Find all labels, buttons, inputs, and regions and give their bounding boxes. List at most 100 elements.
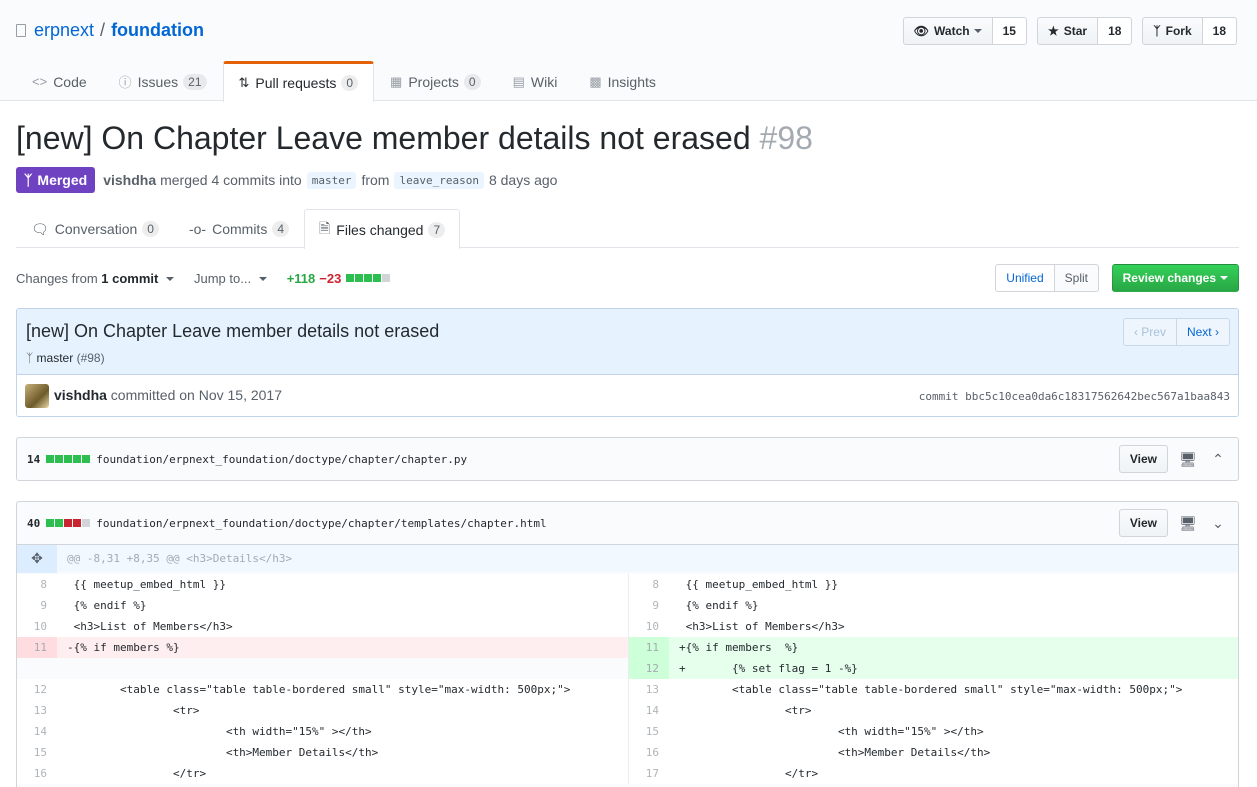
tab-files-label: Files changed	[336, 221, 424, 238]
diff-row: 8 {{ meetup_embed_html }} 8 {{ meetup_em…	[17, 574, 1238, 595]
file-change-count: 40	[27, 516, 41, 530]
repo-header: erpnext / foundation 👁 Watch 15 ★ Star 1…	[0, 0, 1257, 102]
line-number[interactable]: 13	[17, 700, 57, 721]
split-button[interactable]: Split	[1054, 264, 1099, 292]
code-line: <h3>List of Members</h3>	[67, 620, 233, 633]
pr-author-link[interactable]: vishdha	[103, 172, 156, 188]
eye-icon: 👁	[913, 24, 930, 38]
desktop-icon[interactable]: 🖥	[1178, 451, 1198, 468]
nav-projects[interactable]: ▦ Projects 0	[374, 61, 497, 101]
line-number[interactable]: 11	[629, 637, 669, 658]
next-button[interactable]: Next ›	[1176, 318, 1230, 346]
commit-icon: -o-	[188, 221, 207, 237]
star-count[interactable]: 18	[1098, 17, 1133, 45]
nav-wiki-label: Wiki	[530, 73, 558, 90]
nav-insights[interactable]: ▩ Insights	[573, 61, 672, 101]
watch-button[interactable]: 👁 Watch	[902, 17, 993, 45]
line-number[interactable]: 13	[629, 679, 669, 700]
tab-conversation-count: 0	[142, 221, 159, 237]
line-number[interactable]: 8	[629, 574, 669, 595]
hunk-header: ✥ @@ -8,31 +8,35 @@ <h3>Details</h3>	[17, 544, 1238, 573]
code-line: {{ meetup_embed_html }}	[679, 578, 838, 591]
fork-label: Fork	[1165, 24, 1192, 38]
view-file-button[interactable]: View	[1118, 509, 1168, 537]
line-number[interactable]: 14	[629, 700, 669, 721]
nav-code[interactable]: <> Code	[16, 61, 103, 101]
fork-count[interactable]: 18	[1202, 17, 1237, 45]
file-header: 40 foundation/erpnext_foundation/doctype…	[17, 502, 1238, 544]
line-number[interactable]: 8	[17, 574, 57, 595]
diffstat-block	[346, 274, 355, 282]
added-line: +{% if members %}	[679, 641, 799, 654]
commit-branch-ref[interactable]: (#98)	[77, 351, 105, 365]
pr-from: from	[361, 172, 390, 188]
status-badge: ᛉ Merged	[16, 167, 96, 193]
repo-separator: /	[100, 20, 106, 40]
diffstat-block	[82, 455, 91, 463]
changes-from-dropdown[interactable]: Changes from 1 commit	[16, 271, 174, 286]
desktop-icon[interactable]: 🖥	[1178, 515, 1198, 532]
line-number[interactable]: 16	[629, 742, 669, 763]
pr-title-text: [new] On Chapter Leave member details no…	[16, 120, 751, 156]
line-number[interactable]: 17	[629, 763, 669, 784]
nav-wiki[interactable]: ▤ Wiki	[497, 61, 574, 101]
line-number[interactable]: 16	[17, 763, 57, 784]
line-number[interactable]: 9	[629, 595, 669, 616]
pr-state-line: ᛉ Merged vishdha merged 4 commits into m…	[16, 167, 557, 193]
diffstat-block	[82, 519, 91, 527]
page-title: [new] On Chapter Leave member details no…	[16, 120, 813, 157]
line-number[interactable]: 10	[17, 616, 57, 637]
head-branch[interactable]: leave_reason	[394, 171, 484, 189]
changes-prefix: Changes from	[16, 270, 98, 286]
review-changes-button[interactable]: Review changes	[1111, 264, 1239, 292]
diff-toolbar: Changes from 1 commit Jump to... +118 −2…	[16, 264, 1239, 292]
hunk-text: @@ -8,31 +8,35 @@ <h3>Details</h3>	[67, 552, 293, 565]
line-number[interactable]: 10	[629, 616, 669, 637]
file-path[interactable]: foundation/erpnext_foundation/doctype/ch…	[96, 517, 546, 530]
code-line: <h3>List of Members</h3>	[679, 620, 845, 633]
repo-name-link[interactable]: foundation	[111, 20, 204, 41]
star-button[interactable]: ★ Star	[1036, 17, 1099, 45]
file-path[interactable]: foundation/erpnext_foundation/doctype/ch…	[96, 453, 467, 466]
tab-commits-label: Commits	[212, 221, 268, 237]
line-number[interactable]: 9	[17, 595, 57, 616]
tab-conversation[interactable]: 🗨 Conversation 0	[16, 209, 174, 248]
line-number[interactable]: 12	[17, 679, 57, 700]
repo-owner-link[interactable]: erpnext	[34, 20, 94, 41]
watch-count[interactable]: 15	[992, 17, 1027, 45]
tab-files-changed[interactable]: 🗎 Files changed 7	[304, 209, 461, 249]
chevron-up-icon[interactable]: ⌃	[1208, 451, 1228, 468]
line-number[interactable]: 15	[17, 742, 57, 763]
unified-button[interactable]: Unified	[995, 264, 1055, 292]
commit-author[interactable]: vishdha	[54, 387, 107, 403]
line-number[interactable]: 15	[629, 721, 669, 742]
line-number[interactable]: 12	[629, 658, 669, 679]
jump-to-dropdown[interactable]: Jump to...	[194, 271, 267, 286]
prev-button[interactable]: ‹ Prev	[1122, 318, 1177, 346]
diffstat-block	[55, 519, 64, 527]
fork-button[interactable]: ᛉ Fork	[1142, 17, 1203, 45]
view-file-button[interactable]: View	[1118, 445, 1168, 473]
tab-files-count: 7	[428, 221, 446, 238]
nav-issues[interactable]: ⓘ Issues 21	[103, 61, 223, 101]
line-number[interactable]: 14	[17, 721, 57, 742]
commit-sha[interactable]: commit bbc5c10cea0da6c18317562642bec567a…	[919, 390, 1230, 403]
empty-line	[57, 658, 67, 679]
split-diff: 8 {{ meetup_embed_html }} 8 {{ meetup_em…	[17, 574, 1238, 784]
nav-pulls-label: Pull requests	[255, 75, 337, 91]
diffstat-block	[73, 455, 82, 463]
watch-label: Watch	[934, 24, 970, 38]
tab-commits[interactable]: -o- Commits 4	[174, 209, 304, 248]
code-line: <th>Member Details</th>	[679, 746, 991, 759]
expand-icon[interactable]: ✥	[17, 544, 57, 573]
file-header: 14 foundation/erpnext_foundation/doctype…	[17, 438, 1238, 480]
nav-pull-requests[interactable]: ⇅ Pull requests 0	[222, 61, 375, 102]
star-icon: ★	[1047, 24, 1059, 38]
chevron-down-icon[interactable]: ⌄	[1208, 515, 1228, 532]
avatar[interactable]	[25, 384, 49, 408]
project-icon: ▦	[390, 73, 403, 89]
commit-branch-name[interactable]: master	[37, 351, 74, 365]
line-number[interactable]: 11	[17, 637, 57, 658]
base-branch[interactable]: master	[306, 171, 357, 189]
view-mode-toggle: Unified Split	[995, 264, 1099, 292]
